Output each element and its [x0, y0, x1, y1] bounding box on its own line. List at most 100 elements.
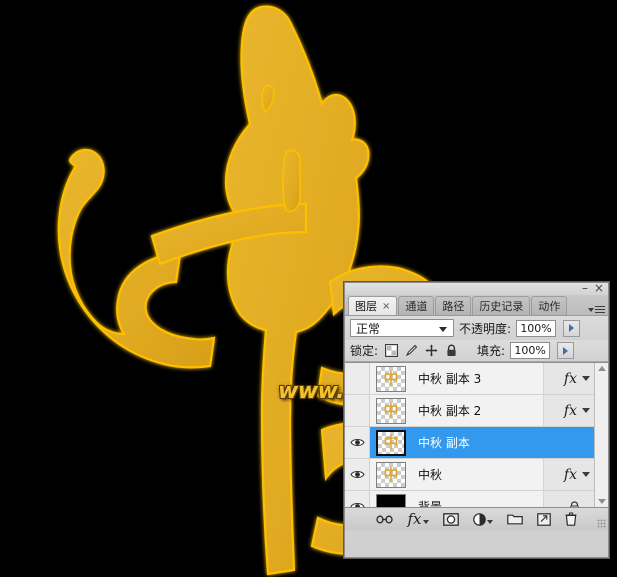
- opacity-label: 不透明度:: [459, 321, 512, 336]
- delete-layer-icon[interactable]: [565, 512, 577, 526]
- scroll-up-icon[interactable]: [597, 366, 606, 371]
- chevron-down-icon: [486, 520, 493, 524]
- layer-thumbnail: 中: [376, 429, 406, 456]
- layers-panel-footer: fx: [345, 508, 608, 530]
- layer-style-fx-icon[interactable]: fx: [564, 404, 577, 418]
- table-row[interactable]: 中 中秋 副本: [345, 427, 594, 459]
- layer-visibility-toggle[interactable]: [345, 395, 370, 426]
- table-row[interactable]: 背景: [345, 491, 594, 507]
- layer-thumbnail: 中: [376, 365, 406, 392]
- table-row[interactable]: 中 中秋 副本 2 fx: [345, 395, 594, 427]
- lock-icon-group: [385, 344, 458, 357]
- lock-transparent-pixels-icon[interactable]: [385, 344, 399, 357]
- panel-menu-lines-icon: [595, 306, 605, 313]
- layer-visibility-toggle[interactable]: [345, 459, 370, 490]
- layer-style-fx-icon[interactable]: fx: [564, 468, 577, 482]
- tab-history-label: 历史记录: [479, 300, 524, 313]
- panel-tab-bar: 图层 × 通道 路径 历史记录 动作: [345, 295, 608, 316]
- layer-thumbnail-cell[interactable]: 中: [370, 397, 412, 424]
- window-buttons: – ×: [582, 282, 604, 294]
- layer-thumbnail-cell[interactable]: 中: [370, 365, 412, 392]
- layer-effects-cell[interactable]: fx: [543, 363, 594, 394]
- panel-titlebar: – ×: [345, 282, 608, 295]
- lock-label: 锁定:: [350, 344, 379, 358]
- tab-paths[interactable]: 路径: [435, 296, 472, 315]
- layer-effects-cell: [544, 427, 594, 458]
- layer-name[interactable]: 中秋: [412, 466, 543, 483]
- close-icon[interactable]: ×: [594, 282, 604, 294]
- tab-channels[interactable]: 通道: [398, 296, 435, 315]
- lock-image-pixels-icon[interactable]: [405, 344, 418, 357]
- triangle-right-icon: [569, 324, 575, 332]
- layer-thumbnail: 中: [376, 397, 406, 424]
- layer-style-fx-icon[interactable]: fx: [407, 509, 429, 528]
- table-row[interactable]: 中 中秋 副本 3 fx: [345, 363, 594, 395]
- lock-position-icon[interactable]: [425, 344, 438, 357]
- layer-lock-cell: [543, 491, 594, 507]
- layers-scrollbar[interactable]: [594, 363, 608, 507]
- tab-close-icon[interactable]: ×: [382, 301, 390, 312]
- fx-glyph: fx: [407, 509, 422, 528]
- add-layer-mask-icon[interactable]: [442, 512, 459, 526]
- tab-actions[interactable]: 动作: [531, 296, 568, 315]
- layer-effects-cell[interactable]: fx: [543, 395, 594, 426]
- photoshop-screenshot: www.68ps.com – × 图层 × 通道 路径 历史记录: [0, 0, 617, 577]
- layer-name[interactable]: 背景: [412, 498, 543, 507]
- scroll-down-icon[interactable]: [597, 499, 606, 504]
- new-adjustment-layer-icon[interactable]: [472, 512, 493, 526]
- layer-visibility-toggle[interactable]: [345, 363, 370, 394]
- panel-menu-icon[interactable]: [588, 306, 605, 313]
- eye-icon: [349, 439, 365, 446]
- layer-visibility-toggle[interactable]: [345, 427, 370, 458]
- layer-rows: 中 中秋 副本 3 fx 中 中秋 副本 2 fx 中 中秋 副本 中 中秋 f…: [345, 363, 594, 507]
- glyph-stroke-left-sweep: [57, 148, 216, 369]
- layer-name[interactable]: 中秋 副本: [412, 434, 544, 451]
- table-row[interactable]: 中 中秋 fx: [345, 459, 594, 491]
- thumbnail-glyph: 中: [383, 433, 399, 451]
- link-layers-icon[interactable]: [376, 514, 394, 525]
- layer-effects-cell[interactable]: fx: [543, 459, 594, 490]
- triangle-right-icon: [563, 346, 569, 355]
- opacity-slider-button[interactable]: [563, 319, 581, 337]
- layer-visibility-toggle[interactable]: [345, 491, 370, 507]
- layers-panel[interactable]: – × 图层 × 通道 路径 历史记录 动作 正常 不透明度: 100% 锁定:…: [344, 282, 609, 558]
- thumbnail-glyph: 中: [383, 369, 399, 387]
- eye-icon: [349, 503, 365, 507]
- thumbnail-glyph: 中: [383, 465, 399, 483]
- minimize-icon[interactable]: –: [582, 282, 588, 294]
- lock-all-icon[interactable]: [445, 344, 458, 357]
- layer-style-fx-icon[interactable]: fx: [564, 372, 577, 386]
- tab-layers[interactable]: 图层 ×: [348, 296, 398, 315]
- opacity-input[interactable]: 100%: [516, 319, 557, 337]
- chevron-down-icon[interactable]: [582, 376, 590, 381]
- resize-grip[interactable]: [597, 519, 606, 528]
- chevron-down-icon: [439, 327, 447, 332]
- fill-input[interactable]: 100%: [510, 342, 551, 359]
- tab-channels-label: 通道: [405, 300, 428, 313]
- lock-fill-row: 锁定: 填充: 100%: [345, 340, 608, 362]
- layer-thumbnail-cell[interactable]: [370, 493, 412, 507]
- tab-layers-label: 图层: [355, 300, 377, 313]
- chevron-down-icon[interactable]: [582, 408, 590, 413]
- thumbnail-glyph: 中: [383, 401, 399, 419]
- blend-mode-value: 正常: [356, 321, 381, 336]
- tab-history[interactable]: 历史记录: [472, 296, 531, 315]
- glyph-stroke-notch: [282, 149, 301, 213]
- panel-menu-caret-icon: [588, 307, 594, 312]
- layer-name[interactable]: 中秋 副本 3: [412, 370, 543, 387]
- new-group-icon[interactable]: [506, 513, 523, 525]
- tab-paths-label: 路径: [442, 300, 465, 313]
- blend-mode-select[interactable]: 正常: [350, 319, 454, 337]
- eye-icon: [349, 471, 365, 478]
- tab-actions-label: 动作: [538, 300, 561, 313]
- layer-list[interactable]: 中 中秋 副本 3 fx 中 中秋 副本 2 fx 中 中秋 副本 中 中秋 f…: [345, 362, 608, 508]
- layer-thumbnail: [376, 493, 406, 507]
- fill-label: 填充:: [477, 344, 506, 358]
- new-layer-icon[interactable]: [536, 512, 551, 526]
- layer-thumbnail-cell[interactable]: 中: [370, 429, 412, 456]
- fill-slider-button[interactable]: [557, 342, 575, 359]
- blend-opacity-row: 正常 不透明度: 100%: [345, 316, 608, 340]
- layer-thumbnail-cell[interactable]: 中: [370, 461, 412, 488]
- chevron-down-icon[interactable]: [582, 472, 590, 477]
- layer-name[interactable]: 中秋 副本 2: [412, 402, 543, 419]
